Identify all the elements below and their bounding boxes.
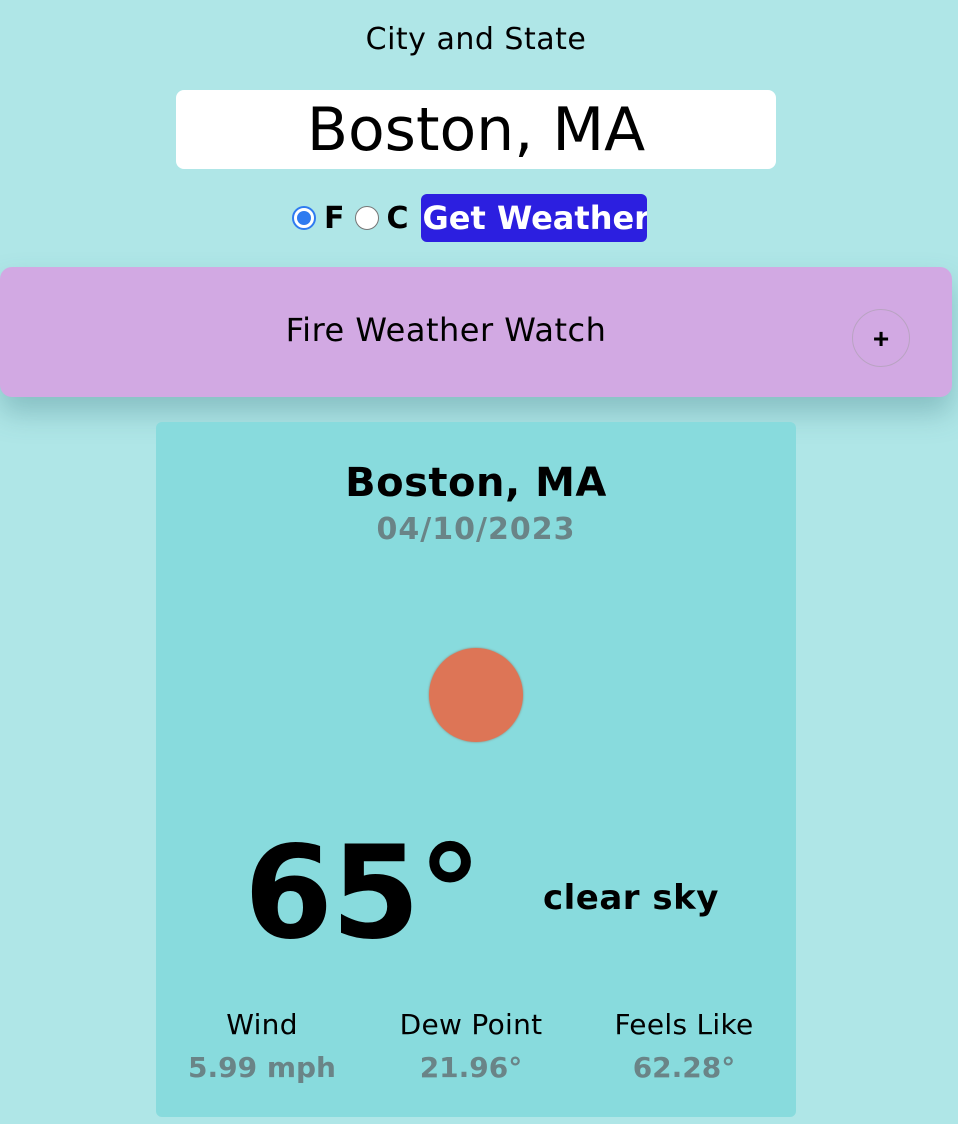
alert-title: Fire Weather Watch xyxy=(285,311,607,349)
stat-value: 5.99 mph xyxy=(188,1051,336,1084)
card-city: Boston, MA xyxy=(345,460,607,506)
expand-alert-button[interactable]: + xyxy=(852,309,910,367)
city-state-input[interactable] xyxy=(176,90,776,169)
stat-label: Feels Like xyxy=(614,1008,754,1041)
weather-card: Boston, MA 04/10/2023 65° clear sky Wind… xyxy=(156,422,796,1117)
stat-value: 21.96° xyxy=(419,1051,523,1084)
sun-icon xyxy=(429,648,523,742)
celsius-label[interactable]: C xyxy=(387,201,409,236)
fahrenheit-label[interactable]: F xyxy=(324,201,345,236)
wind-stat: Wind 5.99 mph xyxy=(182,1008,342,1084)
temperature: 65° xyxy=(244,819,482,968)
fahrenheit-radio[interactable] xyxy=(292,206,316,230)
feels-like-stat: Feels Like 62.28° xyxy=(599,1008,769,1084)
weather-condition: clear sky xyxy=(543,878,719,918)
stat-label: Dew Point xyxy=(399,1008,543,1041)
city-state-label: City and State xyxy=(365,22,587,57)
dew-point-stat: Dew Point 21.96° xyxy=(386,1008,556,1084)
get-weather-button[interactable]: Get Weather xyxy=(420,194,647,242)
celsius-radio[interactable] xyxy=(354,206,379,230)
stat-label: Wind xyxy=(226,1008,298,1041)
unit-selector: F C Get Weather xyxy=(292,194,647,242)
stat-value: 62.28° xyxy=(632,1051,736,1084)
weather-alert-panel: Fire Weather Watch + xyxy=(0,267,952,397)
weather-app: City and State F C Get Weather Fire Weat… xyxy=(0,0,958,1124)
card-date: 04/10/2023 xyxy=(376,512,576,547)
